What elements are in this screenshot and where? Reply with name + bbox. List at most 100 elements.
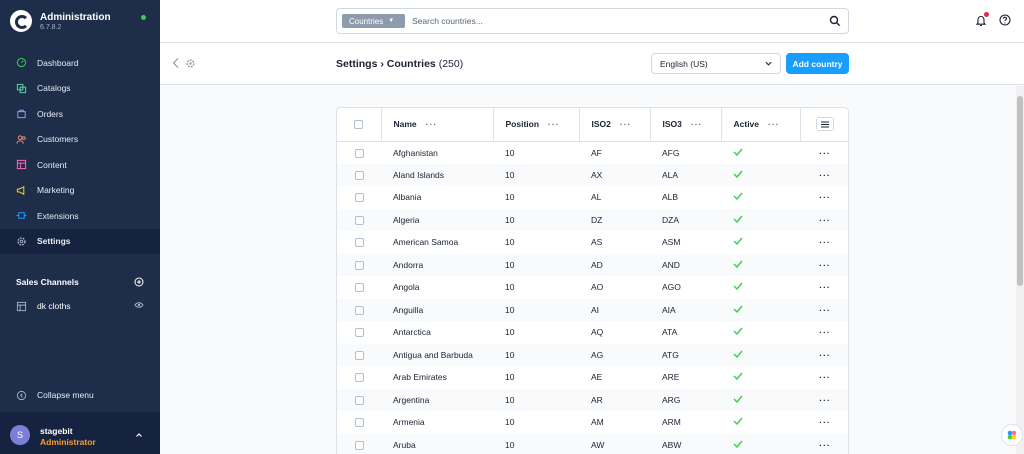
cell-name[interactable]: Afghanistan [381,141,493,164]
table-row[interactable]: Antarctica 10 AQ ATA ··· [337,321,848,344]
help-icon[interactable] [999,14,1011,26]
sidebar-item-marketing[interactable]: Marketing [0,178,160,204]
row-checkbox[interactable] [354,148,364,158]
row-checkbox[interactable] [354,440,364,450]
row-checkbox[interactable] [354,238,364,248]
row-actions-button[interactable]: ··· [800,433,848,454]
table-row[interactable]: Aland Islands 10 AX ALA ··· [337,163,848,186]
cell-iso2: AD [579,253,650,276]
cell-name[interactable]: Aruba [381,433,493,454]
sidebar-item-orders[interactable]: Orders [0,101,160,127]
row-actions-button[interactable]: ··· [800,298,848,321]
row-checkbox[interactable] [354,350,364,360]
more-icon: ··· [819,327,831,338]
table-row[interactable]: Anguilla 10 AI AIA ··· [337,298,848,321]
table-row[interactable]: Antigua and Barbuda 10 AG ATG ··· [337,343,848,366]
row-actions-button[interactable]: ··· [800,276,848,299]
sidebar-item-extensions[interactable]: Extensions [0,203,160,229]
grid-settings-button[interactable] [816,117,835,132]
column-menu-icon[interactable]: ··· [548,119,560,129]
sidebar-item-label: Catalogs [37,83,71,94]
sidebar-item-catalogs[interactable]: Catalogs [0,76,160,102]
row-actions-button[interactable]: ··· [800,186,848,209]
sidebar-item-content[interactable]: Content [0,152,160,178]
row-actions-button[interactable]: ··· [800,163,848,186]
sidebar-item-customers[interactable]: Customers [0,127,160,153]
column-header-name[interactable]: Name ··· [381,108,494,142]
table-row[interactable]: Albania 10 AL ALB ··· [337,186,848,209]
collapse-menu-button[interactable]: Collapse menu [16,388,94,402]
row-checkbox[interactable] [354,170,364,180]
row-select-cell [337,343,381,366]
scrollbar-thumb[interactable] [1017,96,1023,286]
column-header-iso3[interactable]: ISO3 ··· [650,108,722,142]
row-actions-button[interactable]: ··· [800,321,848,344]
table-row[interactable]: Andorra 10 AD AND ··· [337,253,848,276]
row-checkbox[interactable] [354,193,364,203]
table-row[interactable]: Afghanistan 10 AF AFG ··· [337,141,848,164]
cell-name[interactable]: American Samoa [381,231,493,254]
row-actions-button[interactable]: ··· [800,388,848,411]
brand[interactable]: Administration 6.7.8.2 [10,10,150,34]
row-checkbox[interactable] [354,305,364,315]
search-scope-dropdown[interactable]: Countries ▼ [342,14,405,28]
chevron-up-icon[interactable] [134,430,144,440]
row-checkbox[interactable] [354,283,364,293]
sidebar-item-settings[interactable]: Settings [0,228,160,254]
sidebar-item-dashboard[interactable]: Dashboard [0,50,160,76]
table-row[interactable]: Argentina 10 AR ARG ··· [337,388,848,411]
row-checkbox[interactable] [354,395,364,405]
cell-name[interactable]: Arab Emirates [381,366,493,389]
column-header-active[interactable]: Active ··· [721,108,801,142]
cell-name[interactable]: Andorra [381,253,493,276]
cell-name[interactable]: Angola [381,276,493,299]
row-actions-button[interactable]: ··· [800,253,848,276]
cell-name[interactable]: Antarctica [381,321,493,344]
row-checkbox[interactable] [354,260,364,270]
cell-name[interactable]: Anguilla [381,298,493,321]
eye-icon[interactable] [134,301,144,311]
sales-channel-item[interactable]: dk cloths [16,299,144,313]
table-row[interactable]: American Samoa 10 AS ASM ··· [337,231,848,254]
cell-name[interactable]: Aland Islands [381,163,493,186]
user-menu[interactable]: S stagebit Administrator [0,412,160,454]
row-checkbox[interactable] [354,373,364,383]
table-row[interactable]: Algeria 10 DZ DZA ··· [337,208,848,231]
table-row[interactable]: Angola 10 AO AGO ··· [337,276,848,299]
column-menu-icon[interactable]: ··· [426,119,438,129]
add-sales-channel-icon[interactable] [134,277,144,287]
row-actions-button[interactable]: ··· [800,343,848,366]
row-checkbox[interactable] [354,328,364,338]
row-select-cell [337,388,381,411]
row-actions-button[interactable]: ··· [800,141,848,164]
countries-grid: Name ··· Position ··· ISO2 ··· ISO3 ··· Acti… [336,107,849,454]
column-menu-icon[interactable]: ··· [768,119,780,129]
table-row[interactable]: Armenia 10 AM ARM ··· [337,411,848,434]
cell-name[interactable]: Algeria [381,208,493,231]
row-checkbox[interactable] [354,215,364,225]
table-row[interactable]: Aruba 10 AW ABW ··· [337,433,848,454]
cell-name[interactable]: Argentina [381,388,493,411]
column-menu-icon[interactable]: ··· [620,119,632,129]
row-actions-button[interactable]: ··· [800,231,848,254]
add-country-button[interactable]: Add country [786,53,849,74]
search-icon[interactable] [829,15,841,27]
column-header-iso2[interactable]: ISO2 ··· [579,108,651,142]
table-row[interactable]: Arab Emirates 10 AE ARE ··· [337,366,848,389]
row-actions-button[interactable]: ··· [800,366,848,389]
search-scope-label: Countries [349,16,384,26]
chevron-left-icon[interactable] [171,57,181,69]
select-all-checkbox[interactable] [354,120,364,130]
column-header-position[interactable]: Position ··· [493,108,580,142]
cell-name[interactable]: Antigua and Barbuda [381,343,493,366]
cell-name[interactable]: Armenia [381,411,493,434]
cell-name[interactable]: Albania [381,186,493,209]
column-menu-icon[interactable]: ··· [691,119,703,129]
row-actions-button[interactable]: ··· [800,411,848,434]
row-actions-button[interactable]: ··· [800,208,848,231]
page-scrollbar[interactable] [1016,86,1024,454]
assistant-button[interactable] [1001,424,1023,446]
row-checkbox[interactable] [354,418,364,428]
language-select[interactable]: English (US) [651,53,781,74]
search-input[interactable] [412,13,812,29]
